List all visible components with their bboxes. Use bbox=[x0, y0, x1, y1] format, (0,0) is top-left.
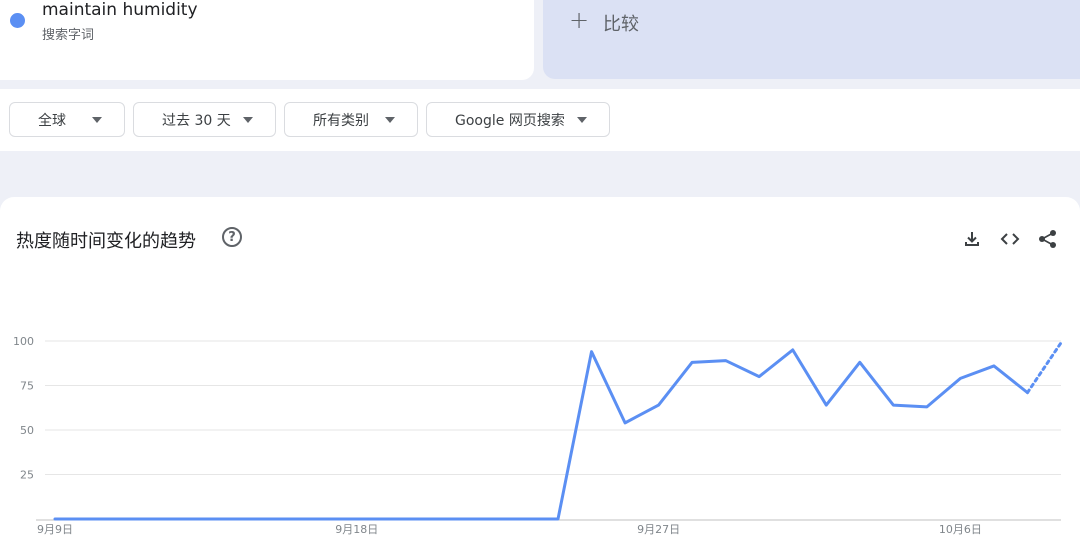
search-term-type: 搜索字词 bbox=[42, 28, 95, 43]
chevron-down-icon bbox=[385, 117, 395, 123]
chevron-down-icon bbox=[92, 117, 102, 123]
x-tick-label: 10月6日 bbox=[939, 523, 982, 536]
y-tick-label: 25 bbox=[20, 469, 34, 482]
series-color-dot bbox=[10, 13, 25, 28]
category-filter-label: 所有类别 bbox=[313, 112, 369, 129]
compare-label: 比较 bbox=[603, 14, 639, 35]
series-line bbox=[53, 348, 1029, 521]
plus-icon: + bbox=[569, 6, 590, 34]
compare-button[interactable]: + 比较 bbox=[543, 0, 1080, 79]
x-tick-label: 9月27日 bbox=[637, 523, 680, 536]
time-range-filter[interactable]: 过去 30 天 bbox=[133, 102, 276, 137]
category-filter[interactable]: 所有类别 bbox=[284, 102, 418, 137]
x-tick-label: 9月18日 bbox=[335, 523, 378, 536]
interest-over-time-card: 热度随时间变化的趋势 ? 25 50 75 100 9月9日 9月18日 9月27日 10月6… bbox=[0, 197, 1080, 540]
search-type-filter-label: Google 网页搜索 bbox=[455, 112, 565, 129]
trend-line-chart: 25 50 75 100 9月9日 9月18日 9月27日 10月6日 bbox=[13, 335, 1063, 536]
search-term-name: maintain humidity bbox=[42, 0, 198, 20]
chevron-down-icon bbox=[577, 117, 587, 123]
y-tick-label: 100 bbox=[13, 335, 34, 348]
y-tick-label: 75 bbox=[20, 380, 34, 393]
time-range-filter-label: 过去 30 天 bbox=[162, 112, 231, 129]
x-tick-label: 9月9日 bbox=[37, 523, 73, 536]
filter-bar: 全球 过去 30 天 所有类别 Google 网页搜索 bbox=[0, 89, 1080, 151]
region-filter[interactable]: 全球 bbox=[9, 102, 125, 137]
y-tick-label: 50 bbox=[20, 424, 34, 437]
search-type-filter[interactable]: Google 网页搜索 bbox=[426, 102, 610, 137]
region-filter-label: 全球 bbox=[38, 112, 66, 129]
chevron-down-icon bbox=[243, 117, 253, 123]
search-term-card[interactable]: maintain humidity 搜索字词 bbox=[0, 0, 534, 80]
